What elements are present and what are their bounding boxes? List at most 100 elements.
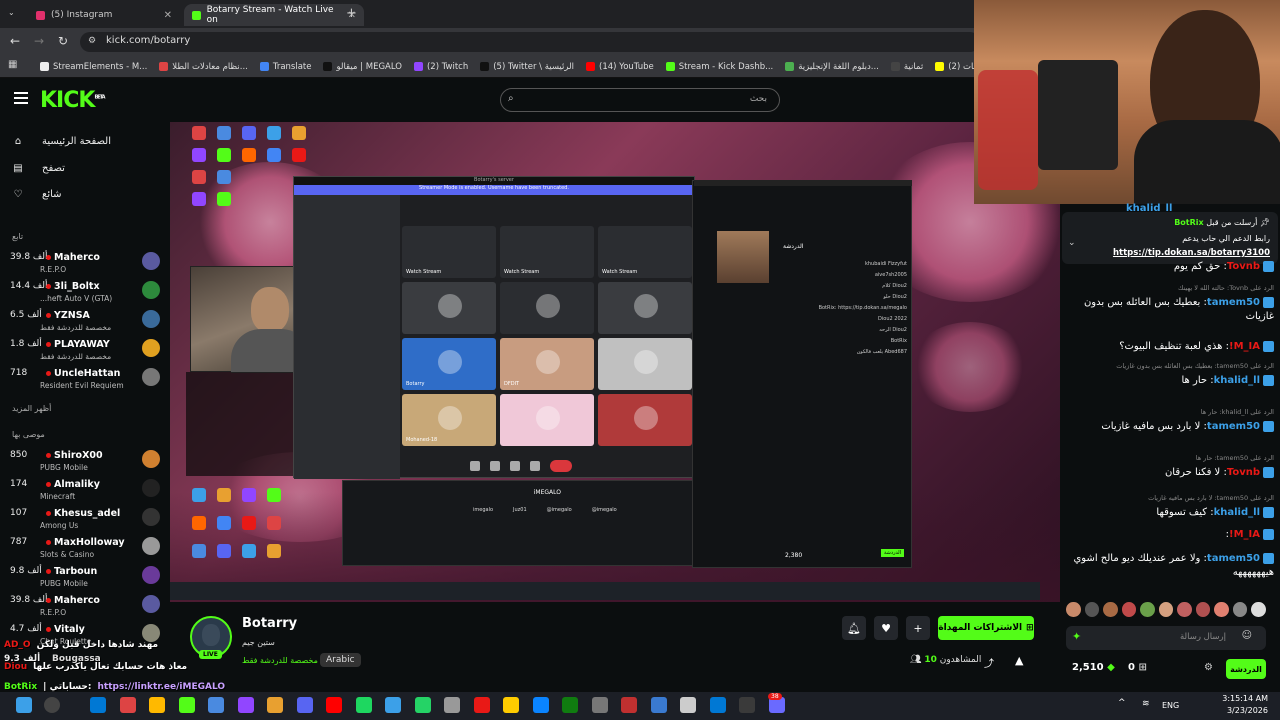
sidebar-channel[interactable]: 1.8 ألف PLAYAWAY مخصصة للدردشة فقط: [10, 337, 160, 365]
chat-username[interactable]: M_IA!: [1229, 341, 1260, 352]
tab-kick[interactable]: Botarry Stream - Watch Live on ✕: [184, 4, 364, 26]
chat-username[interactable]: tamem50: [1207, 553, 1260, 564]
taskbar-app-icon[interactable]: [739, 697, 755, 713]
desktop-app-icon: [242, 126, 256, 140]
taskbar-app-icon[interactable]: [178, 697, 195, 713]
sidebar-channel[interactable]: 107 Khesus_adel Among Us: [10, 506, 160, 534]
reload-icon[interactable]: ↻: [58, 34, 68, 48]
tab-instagram[interactable]: (5) Instagram ✕: [28, 4, 180, 26]
chat-username[interactable]: Tovnb: [1227, 261, 1260, 272]
taskbar-app-icon[interactable]: [90, 697, 106, 713]
chat-username[interactable]: khalid_ll: [1214, 375, 1260, 386]
taskbar-app-icon[interactable]: [296, 697, 313, 713]
taskbar-app-icon[interactable]: [414, 697, 431, 713]
bookmark-item[interactable]: StreamElements - M...: [34, 62, 153, 72]
chat-settings-icon[interactable]: ⚙: [1204, 662, 1213, 673]
taskbar-app-icon[interactable]: [503, 697, 519, 713]
taskbar-app-icon[interactable]: [650, 697, 667, 713]
taskbar-app-icon[interactable]: [444, 697, 460, 713]
taskbar-app-icon[interactable]: [267, 697, 283, 713]
chat-username[interactable]: tamem50: [1207, 297, 1260, 308]
chat-username[interactable]: M_IA!: [1229, 529, 1260, 540]
kick-logo[interactable]: KICKBETA: [40, 88, 106, 113]
bookmark-item[interactable]: Translate: [254, 62, 318, 72]
search-icon[interactable]: ⌕: [508, 93, 514, 104]
notification-button[interactable]: 🔔︎: [842, 616, 866, 640]
bookmark-item[interactable]: ثمانية: [885, 62, 929, 72]
sidebar-item-trending[interactable]: ♡ شائع: [12, 189, 62, 200]
tab-search-icon[interactable]: ⌄: [8, 8, 20, 20]
bookmark-item[interactable]: دبلوم اللغة الإنجليزية...: [779, 62, 885, 72]
menu-icon[interactable]: [14, 92, 28, 104]
stream-category[interactable]: مخصصة للدردشة فقط: [242, 656, 318, 665]
wifi-icon[interactable]: ≋: [1142, 699, 1150, 709]
chevron-down-icon[interactable]: ⌄: [1068, 238, 1076, 248]
bookmark-item[interactable]: (5) Twitter \ الرئيسية: [474, 62, 580, 72]
sidebar-item-home[interactable]: ⌂ الصفحة الرئيسية: [12, 136, 111, 147]
taskbar-app-icon[interactable]: [385, 697, 401, 713]
taskbar-app-icon[interactable]: [326, 697, 342, 713]
chat-username[interactable]: khalid_ll: [1214, 507, 1260, 518]
chevron-up-icon[interactable]: ^: [1118, 698, 1126, 708]
forward-icon[interactable]: →: [34, 34, 44, 48]
bookmark-item[interactable]: ميقالو | MEGALO: [317, 62, 408, 72]
follow-button[interactable]: ♥: [874, 616, 898, 640]
sidebar-channel[interactable]: 14.4 ألف 3li_Boltx ...heft Auto V (GTA): [10, 279, 160, 307]
pinned-link[interactable]: https://tip.dokan.sa/botarry3100: [1113, 248, 1270, 258]
sidebar-channel[interactable]: 787 MaxHolloway Slots & Casino: [10, 535, 160, 563]
sidebar-channel[interactable]: 39.8 ألف Maherco R.E.P.O: [10, 593, 160, 621]
sidebar-channel[interactable]: 174 Almaliky Minecraft: [10, 477, 160, 505]
bookmark-item[interactable]: نظام معادلات الطلا...: [153, 62, 254, 72]
viewers-label: المشاهدون: [939, 655, 982, 665]
bookmark-item[interactable]: (14) YouTube: [580, 62, 660, 72]
taskbar-app-icon[interactable]: [532, 697, 549, 713]
taskbar-app-icon[interactable]: [119, 697, 136, 713]
close-icon[interactable]: ✕: [164, 10, 172, 21]
url-input[interactable]: kick.com/botarry: [80, 32, 980, 52]
taskbar-app-icon[interactable]: [621, 697, 637, 713]
report-icon[interactable]: ▲: [1015, 654, 1023, 667]
sparkle-icon[interactable]: ✦: [1072, 630, 1081, 643]
taskbar-app-icon[interactable]: [709, 697, 726, 713]
share-icon[interactable]: ⤴: [984, 655, 994, 670]
taskbar-app-icon[interactable]: [591, 697, 608, 713]
bookmark-icon: [323, 62, 333, 71]
pinned-user[interactable]: BotRix: [1174, 218, 1203, 227]
sidebar-channel[interactable]: 39.8 ألف Maherco R.E.P.O: [10, 250, 160, 278]
clock[interactable]: 3:15:14 AM 3/23/2026: [1196, 693, 1268, 717]
language-tag[interactable]: Arabic: [320, 653, 361, 667]
back-icon[interactable]: ←: [10, 34, 20, 48]
site-info-icon[interactable]: ⚙: [88, 36, 96, 46]
apps-icon[interactable]: ▦: [8, 59, 17, 70]
taskbar-app-icon[interactable]: [149, 697, 165, 713]
search-icon[interactable]: [44, 697, 60, 713]
bookmark-item[interactable]: Stream - Kick Dashb...: [660, 62, 780, 72]
taskbar-app-icon[interactable]: [473, 697, 490, 713]
taskbar-app-icon[interactable]: [680, 697, 696, 713]
bookmark-item[interactable]: (2) Twitch: [408, 62, 474, 72]
sidebar-item-browse[interactable]: ▤ تصفح: [12, 163, 65, 174]
sidebar-channel[interactable]: 850 ShiroX00 PUBG Mobile: [10, 448, 160, 476]
show-more-link[interactable]: أظهر المزيد: [12, 404, 51, 413]
add-button[interactable]: +: [906, 616, 930, 640]
language-indicator[interactable]: ENG: [1162, 701, 1179, 710]
inner-taskbar: [170, 582, 1040, 600]
chat-send-button[interactable]: الدردشة: [1226, 659, 1266, 679]
streamer-name[interactable]: Botarry: [242, 616, 297, 631]
new-tab-button[interactable]: +: [346, 6, 357, 21]
taskbar-app-icon[interactable]: [208, 697, 224, 713]
chat-input[interactable]: إرسال رسالة ☺ ✦: [1066, 626, 1266, 650]
taskbar-app-icon[interactable]: [562, 697, 578, 713]
sidebar-channel[interactable]: 718 UncleHattan Resident Evil Requiem: [10, 366, 160, 394]
start-icon[interactable]: [16, 697, 32, 713]
gift-subs-button[interactable]: الاشتراكات المهداة ⊞: [938, 616, 1034, 640]
sidebar-channel[interactable]: 6.5 ألف YZNSA مخصصة للدردشة فقط: [10, 308, 160, 336]
search-input[interactable]: بحث: [500, 88, 780, 112]
sidebar-channel[interactable]: 9.8 ألف Tarboun PUBG Mobile: [10, 564, 160, 592]
taskbar-app-icon[interactable]: [355, 697, 372, 713]
chat-text: لا فكنا حرقان: [1164, 467, 1221, 478]
chat-username[interactable]: Tovnb: [1227, 467, 1260, 478]
emoji-icon[interactable]: ☺: [1242, 630, 1252, 641]
chat-username[interactable]: tamem50: [1207, 421, 1260, 432]
taskbar-app-icon[interactable]: [237, 697, 254, 713]
